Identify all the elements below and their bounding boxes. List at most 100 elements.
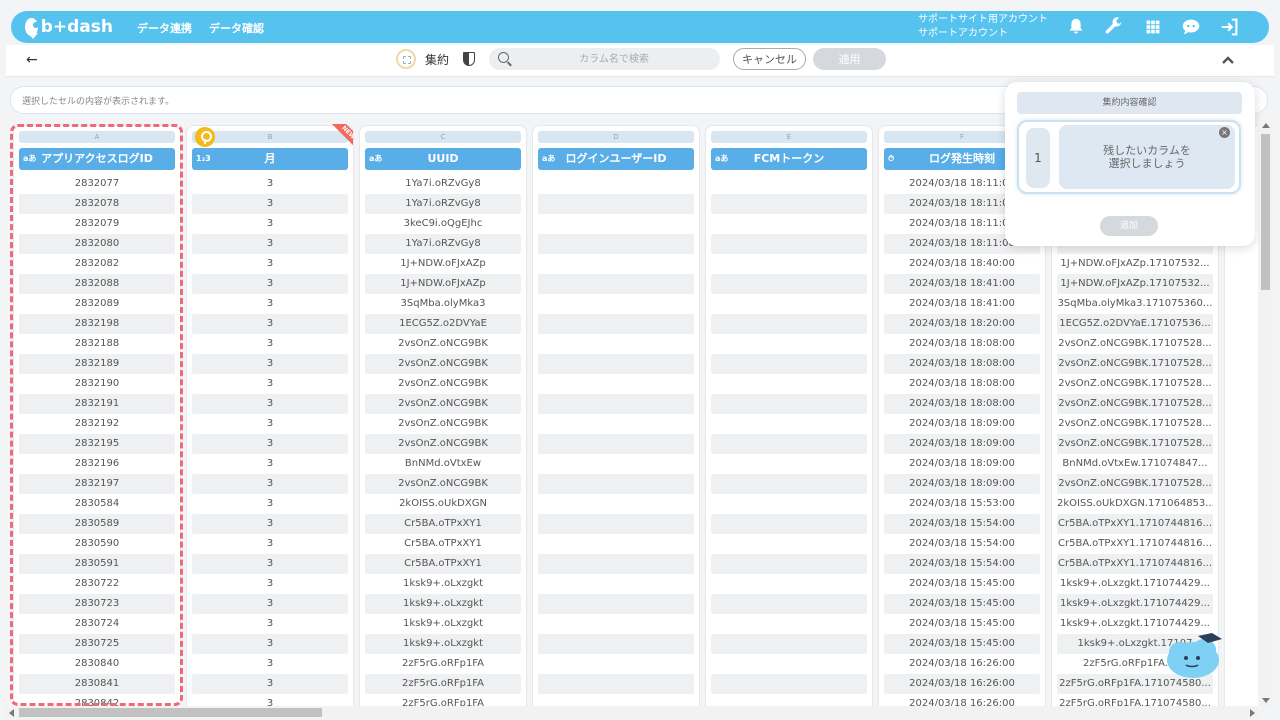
chevron-up-icon[interactable] <box>1221 52 1235 66</box>
table-cell[interactable] <box>711 294 867 314</box>
table-cell[interactable] <box>538 234 694 254</box>
vertical-scroll-thumb[interactable] <box>1261 134 1270 290</box>
table-cell[interactable] <box>711 314 867 334</box>
table-cell[interactable]: Cr5BA.oTPxXY1 <box>365 534 521 554</box>
nav-data-integration[interactable]: データ連携 <box>137 20 192 36</box>
table-cell[interactable]: 2vsOnZ.oNCG9BK.17107528... <box>1057 434 1213 454</box>
table-cell[interactable]: 2vsOnZ.oNCG9BK.17107528... <box>1057 334 1213 354</box>
table-cell[interactable] <box>538 434 694 454</box>
logout-icon[interactable] <box>1219 16 1241 38</box>
column-d[interactable]: D aあ ログインユーザーID <box>532 125 700 706</box>
table-cell[interactable]: 3SqMba.olyMka3.171075360... <box>1057 294 1213 314</box>
cancel-button[interactable]: キャンセル <box>733 48 806 70</box>
table-cell[interactable]: 2024/03/18 16:26:00 <box>884 654 1040 674</box>
table-cell[interactable]: 2024/03/18 18:09:00 <box>884 414 1040 434</box>
table-cell[interactable]: 1ksk9+.oLxzgkt.171074429... <box>1057 574 1213 594</box>
column-header[interactable]: aあ ログインユーザーID <box>538 148 694 170</box>
table-cell[interactable]: 2024/03/18 15:53:00 <box>884 494 1040 514</box>
nav-data-confirmation[interactable]: データ確認 <box>209 20 264 36</box>
table-cell[interactable] <box>538 474 694 494</box>
table-cell[interactable] <box>711 414 867 434</box>
account-info[interactable]: サポートサイト用アカウント サポートアカウント <box>918 13 1048 41</box>
table-cell[interactable]: 2024/03/18 15:45:00 <box>884 594 1040 614</box>
table-cell[interactable]: 2024/03/18 16:26:00 <box>884 694 1040 706</box>
table-cell[interactable]: 3 <box>192 434 348 454</box>
table-cell[interactable]: 2zF5rG.oRFp1FA.171074580... <box>1057 694 1213 706</box>
table-cell[interactable] <box>711 514 867 534</box>
table-cell[interactable] <box>538 534 694 554</box>
table-cell[interactable]: 3 <box>192 234 348 254</box>
table-cell[interactable]: 2024/03/18 18:08:00 <box>884 374 1040 394</box>
aggregation-slot[interactable]: 1 残したいカラムを 選択しましょう × <box>1017 120 1241 194</box>
table-cell[interactable] <box>711 374 867 394</box>
table-cell[interactable]: 2vsOnZ.oNCG9BK.17107528... <box>1057 414 1213 434</box>
table-cell[interactable]: 3 <box>192 494 348 514</box>
table-cell[interactable] <box>538 554 694 574</box>
table-cell[interactable]: 3 <box>192 654 348 674</box>
table-cell[interactable] <box>538 634 694 654</box>
table-cell[interactable] <box>711 654 867 674</box>
horizontal-scroll-thumb[interactable] <box>19 708 322 717</box>
table-cell[interactable]: 2024/03/18 18:08:00 <box>884 394 1040 414</box>
table-cell[interactable] <box>711 454 867 474</box>
table-cell[interactable]: 3 <box>192 534 348 554</box>
table-cell[interactable]: Cr5BA.oTPxXY1.1710744816... <box>1057 534 1213 554</box>
table-cell[interactable] <box>711 174 867 194</box>
close-icon[interactable]: × <box>1219 127 1230 138</box>
scroll-down-icon[interactable] <box>1262 698 1270 703</box>
table-cell[interactable]: 2024/03/18 18:09:00 <box>884 454 1040 474</box>
table-cell[interactable]: 2024/03/18 18:41:00 <box>884 274 1040 294</box>
table-cell[interactable] <box>711 434 867 454</box>
table-cell[interactable]: 1Ya7i.oRZvGy8 <box>365 174 521 194</box>
table-cell[interactable] <box>538 214 694 234</box>
table-cell[interactable]: 3keC9i.oQgEJhc <box>365 214 521 234</box>
table-cell[interactable] <box>711 494 867 514</box>
table-cell[interactable]: 2024/03/18 18:09:00 <box>884 434 1040 454</box>
table-cell[interactable]: 3 <box>192 374 348 394</box>
table-cell[interactable]: 2zF5rG.oRFp1FA <box>365 674 521 694</box>
table-cell[interactable] <box>538 594 694 614</box>
chat-bubble-icon[interactable] <box>1180 16 1202 38</box>
table-cell[interactable] <box>538 614 694 634</box>
table-cell[interactable]: 1ECG5Z.o2DVYaE <box>365 314 521 334</box>
scroll-right-icon[interactable] <box>1250 709 1255 717</box>
table-cell[interactable] <box>711 594 867 614</box>
table-cell[interactable]: 2vsOnZ.oNCG9BK <box>365 394 521 414</box>
column-header[interactable]: aあ UUID <box>365 148 521 170</box>
table-cell[interactable] <box>538 454 694 474</box>
table-cell[interactable]: 2vsOnZ.oNCG9BK <box>365 414 521 434</box>
column-search-input[interactable] <box>519 51 709 67</box>
table-cell[interactable]: 1ksk9+.oLxzgkt <box>365 594 521 614</box>
table-cell[interactable]: 3 <box>192 474 348 494</box>
table-cell[interactable]: 2024/03/18 15:45:00 <box>884 634 1040 654</box>
table-cell[interactable] <box>538 194 694 214</box>
table-cell[interactable]: 2vsOnZ.oNCG9BK <box>365 334 521 354</box>
table-cell[interactable]: 2vsOnZ.oNCG9BK.17107528... <box>1057 394 1213 414</box>
mascot-helper-icon[interactable] <box>1162 632 1224 680</box>
table-cell[interactable] <box>538 334 694 354</box>
table-cell[interactable]: 2zF5rG.oRFp1FA <box>365 654 521 674</box>
table-cell[interactable]: 3 <box>192 594 348 614</box>
table-cell[interactable]: 2024/03/18 18:41:00 <box>884 294 1040 314</box>
table-cell[interactable]: 3 <box>192 414 348 434</box>
table-cell[interactable]: 1J+NDW.oFJxAZp.17107532... <box>1057 274 1213 294</box>
table-cell[interactable]: 3 <box>192 174 348 194</box>
table-cell[interactable] <box>538 414 694 434</box>
table-cell[interactable]: 2024/03/18 18:40:00 <box>884 254 1040 274</box>
table-cell[interactable]: 3 <box>192 514 348 534</box>
table-cell[interactable]: 2024/03/18 15:54:00 <box>884 534 1040 554</box>
table-cell[interactable] <box>538 274 694 294</box>
table-cell[interactable] <box>538 314 694 334</box>
table-cell[interactable]: 3 <box>192 254 348 274</box>
table-cell[interactable] <box>711 574 867 594</box>
table-cell[interactable] <box>711 534 867 554</box>
table-cell[interactable]: Cr5BA.oTPxXY1.1710744816... <box>1057 554 1213 574</box>
column-e[interactable]: E aあ FCMトークン <box>705 125 873 706</box>
back-arrow-icon[interactable]: ← <box>26 52 38 68</box>
column-b[interactable]: B 1₂3 月 333333333333333333333333333 <box>186 125 354 706</box>
table-cell[interactable] <box>711 474 867 494</box>
table-cell[interactable]: 1ksk9+.oLxzgkt.171074429... <box>1057 614 1213 634</box>
column-drop-zone[interactable]: 残したいカラムを 選択しましょう <box>1059 125 1235 189</box>
table-cell[interactable]: 3 <box>192 554 348 574</box>
shield-icon[interactable] <box>463 52 475 66</box>
